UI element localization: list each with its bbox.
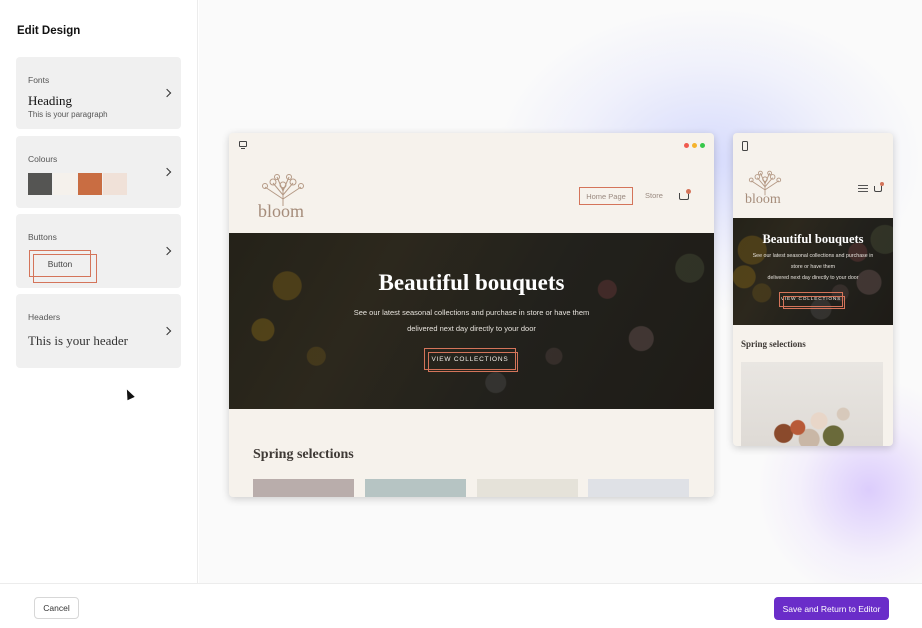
cart-badge [686, 189, 691, 194]
buttons-card[interactable]: Buttons Button [16, 214, 181, 288]
hero-subtitle-line2: delivered next day directly to your door [407, 324, 536, 333]
heading-font-sample: Heading [28, 93, 73, 108]
window-dots [684, 143, 705, 148]
colour-swatch [103, 173, 127, 195]
hero-subtitle-line1: See our latest seasonal collections and … [353, 308, 590, 317]
mobile-hero-line3: delivered next day directly to your door [767, 275, 859, 281]
headers-card[interactable]: Headers This is your header [16, 294, 181, 368]
colours-card[interactable]: Colours [16, 136, 181, 208]
window-dot [684, 143, 689, 148]
bouquet-photo [741, 362, 883, 446]
desktop-preview: bloom Home Page Store Beautiful bouquets… [229, 133, 714, 497]
edit-design-panel: Edit Design Fonts Heading This is your p… [0, 0, 198, 583]
buttons-label: Buttons [28, 232, 57, 242]
hero-banner: Beautiful bouquets See our latest season… [229, 233, 714, 409]
mobile-device-icon [742, 141, 748, 151]
mobile-hero-title: Beautiful bouquets [762, 232, 864, 246]
menu-icon[interactable] [858, 185, 868, 192]
button-style-sample: Button [29, 250, 97, 283]
fonts-label: Fonts [28, 75, 50, 85]
brand-logo-text: bloom [745, 192, 781, 207]
header-style-sample: This is your header [28, 333, 129, 348]
brand-logo-text: bloom [258, 201, 305, 221]
chevron-right-icon [162, 167, 172, 177]
colour-swatch [53, 173, 77, 195]
save-and-return-button[interactable]: Save and Return to Editor [774, 597, 889, 620]
mouse-cursor-icon [123, 387, 135, 401]
hero-title: Beautiful bouquets [378, 270, 565, 295]
panel-title: Edit Design [17, 25, 81, 37]
chevron-right-icon [162, 246, 172, 256]
cart-icon[interactable] [874, 186, 882, 192]
product-thumb[interactable] [588, 479, 689, 497]
headers-label: Headers [28, 312, 61, 322]
product-thumb[interactable] [477, 479, 578, 497]
footer-bar: Cancel Save and Return to Editor [0, 583, 922, 628]
mobile-hero-banner: Beautiful bouquets See our latest season… [733, 218, 893, 325]
product-thumb[interactable] [253, 479, 354, 497]
cancel-button[interactable]: Cancel [34, 597, 79, 619]
fonts-card[interactable]: Fonts Heading This is your paragraph [16, 57, 181, 129]
nav-home-page[interactable]: Home Page [579, 187, 633, 205]
desktop-icon [239, 141, 247, 150]
nav-store[interactable]: Store [645, 191, 663, 200]
section-title: Spring selections [253, 447, 354, 462]
cart-icon[interactable] [679, 193, 689, 200]
mobile-section-title: Spring selections [741, 339, 806, 349]
mobile-hero-line2: store or have them [790, 264, 836, 270]
chevron-right-icon [162, 88, 172, 98]
window-dot [700, 143, 705, 148]
view-collections-button[interactable]: VIEW COLLECTIONS [424, 348, 518, 372]
mobile-preview: bloom Beautiful bouquets See our latest … [733, 133, 893, 446]
product-thumb[interactable] [365, 479, 466, 497]
chevron-right-icon [162, 326, 172, 336]
colours-label: Colours [28, 154, 58, 164]
window-dot [692, 143, 697, 148]
preview-area: bloom Home Page Store Beautiful bouquets… [199, 0, 922, 583]
mobile-view-collections-button[interactable]: VIEW COLLECTIONS [779, 292, 845, 309]
colour-swatches [28, 173, 128, 195]
paragraph-font-sample: This is your paragraph [28, 110, 108, 119]
mobile-hero-line1: See our latest seasonal collections and … [752, 253, 874, 259]
colour-swatch [78, 173, 102, 195]
colour-swatch [28, 173, 52, 195]
cart-badge [880, 182, 884, 186]
